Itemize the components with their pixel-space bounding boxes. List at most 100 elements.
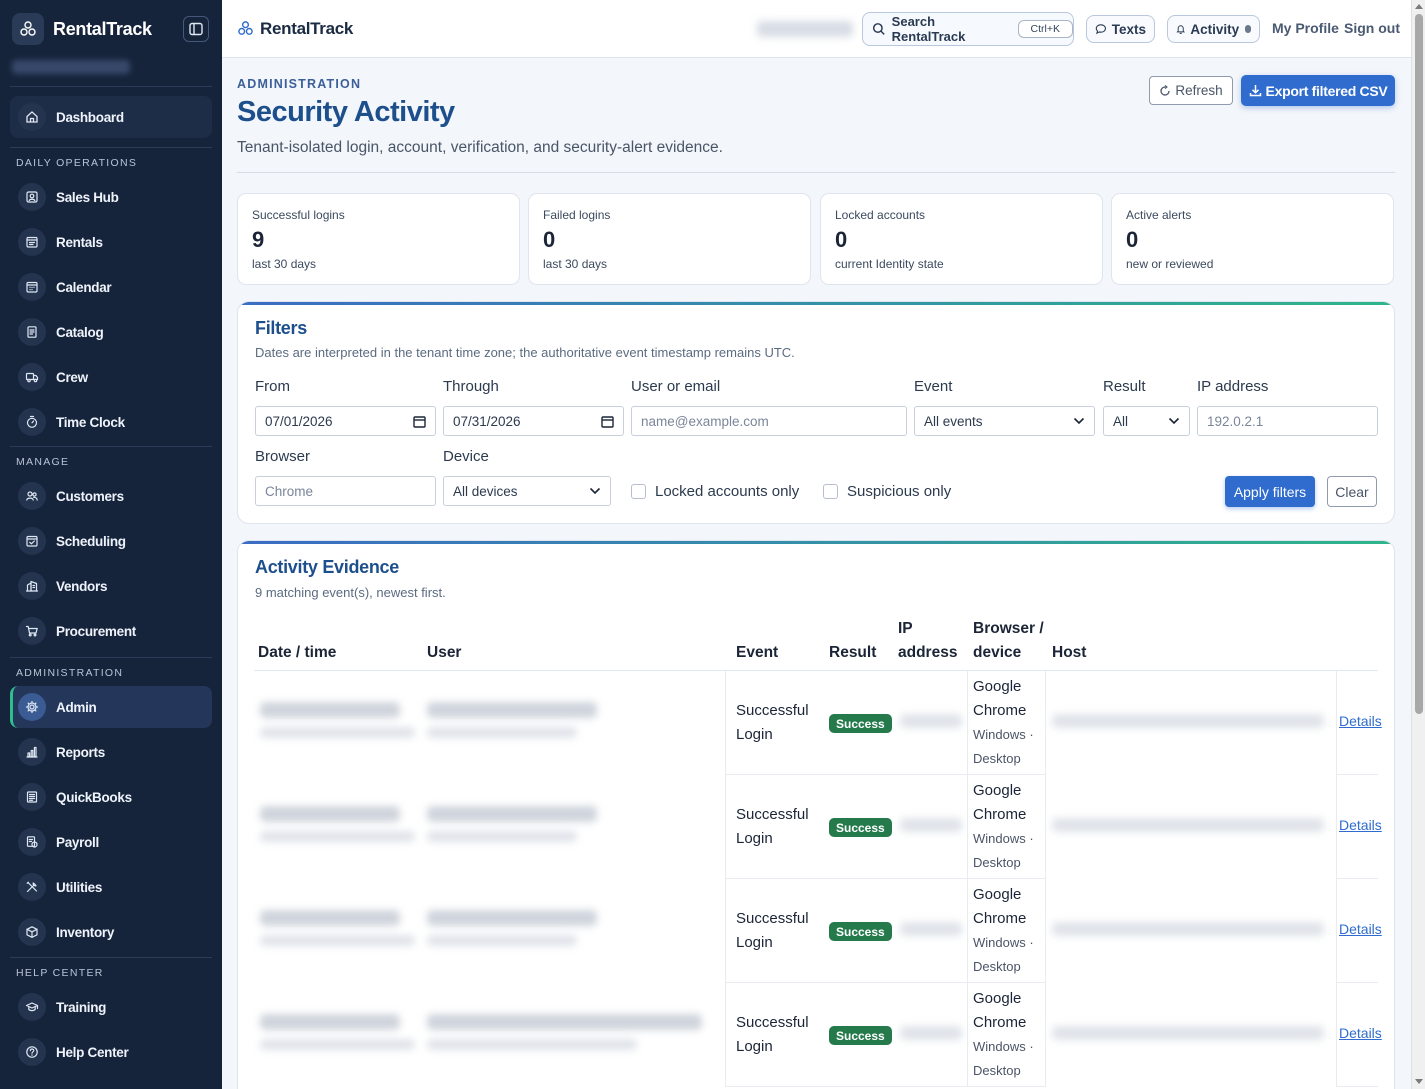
- status-badge: Success: [829, 818, 892, 837]
- details-link[interactable]: Details: [1339, 921, 1382, 937]
- locked-only-checkbox[interactable]: Locked accounts only: [631, 483, 799, 500]
- sidebar-item-procurement[interactable]: Procurement: [10, 610, 212, 652]
- sidebar-item-label: Procurement: [56, 623, 136, 639]
- sidebar-item-inventory[interactable]: Inventory: [10, 911, 212, 953]
- details-link[interactable]: Details: [1339, 713, 1382, 729]
- cell-divider: [967, 983, 968, 1087]
- user-email-input[interactable]: name@example.com: [631, 406, 907, 436]
- sidebar-item-quickbooks[interactable]: QuickBooks: [10, 776, 212, 818]
- ip-redacted: [900, 818, 962, 832]
- sidebar-item-reports[interactable]: Reports: [10, 731, 212, 773]
- event-cell: Successful Login: [736, 699, 809, 747]
- ip-address-input[interactable]: 192.0.2.1: [1197, 406, 1378, 436]
- calendar-icon[interactable]: [413, 415, 426, 428]
- device-line2: Desktop: [973, 751, 1021, 766]
- result-select[interactable]: All: [1103, 406, 1190, 436]
- sign-out-link[interactable]: Sign out: [1344, 20, 1400, 36]
- cell-divider: [1045, 775, 1046, 879]
- user-redacted: [427, 910, 597, 926]
- refresh-label: Refresh: [1175, 83, 1223, 98]
- filters-subtitle: Dates are interpreted in the tenant time…: [255, 345, 795, 360]
- sidebar-item-label: Sales Hub: [56, 189, 119, 205]
- sidebar-nav: Dashboard DAILY OPERATIONS Sales Hub Rent…: [0, 86, 222, 1073]
- browser-label: Browser: [255, 448, 311, 465]
- scroll-down-arrow[interactable]: [1415, 1079, 1423, 1084]
- sidebar-item-crew[interactable]: Crew: [10, 356, 212, 398]
- details-link[interactable]: Details: [1339, 1025, 1382, 1041]
- date-secondary-redacted: [260, 831, 415, 842]
- scroll-up-arrow[interactable]: [1415, 4, 1423, 9]
- date-secondary-redacted: [260, 935, 415, 946]
- col-ip-header-line2: address: [898, 644, 958, 661]
- sidebar-item-customers[interactable]: Customers: [10, 475, 212, 517]
- ip-redacted: [900, 922, 962, 936]
- apply-filters-button[interactable]: Apply filters: [1225, 476, 1315, 507]
- scrollbar-thumb[interactable]: [1415, 14, 1423, 714]
- sidebar-item-sales-hub[interactable]: Sales Hub: [10, 176, 212, 218]
- sidebar-item-admin[interactable]: Admin: [10, 686, 212, 728]
- texts-button[interactable]: Texts: [1086, 15, 1155, 43]
- col-event-header[interactable]: Event: [736, 641, 778, 665]
- checkbox-box[interactable]: [631, 484, 646, 499]
- sidebar-collapse-icon[interactable]: [183, 16, 209, 42]
- checkbox-box[interactable]: [823, 484, 838, 499]
- sidebar-item-rentals[interactable]: Rentals: [10, 221, 212, 263]
- cell-divider: [1045, 671, 1046, 775]
- device-label: Device: [443, 448, 489, 465]
- host-redacted: [1052, 714, 1324, 728]
- browser-input[interactable]: Chrome: [255, 476, 436, 506]
- sidebar-item-dashboard[interactable]: Dashboard: [10, 96, 212, 138]
- sidebar-item-vendors[interactable]: Vendors: [10, 565, 212, 607]
- sidebar-item-time-clock[interactable]: Time Clock: [10, 401, 212, 443]
- from-date-input[interactable]: 07/01/2026: [255, 406, 436, 436]
- col-user-header[interactable]: User: [427, 641, 461, 665]
- filters-title: Filters: [255, 318, 307, 338]
- details-link[interactable]: Details: [1339, 817, 1382, 833]
- event-line2: Login: [736, 830, 773, 847]
- col-date-header[interactable]: Date / time: [258, 641, 336, 665]
- through-date-input[interactable]: 07/31/2026: [443, 406, 624, 436]
- cell-divider: [1336, 671, 1337, 775]
- stat-subtext: new or reviewed: [1126, 257, 1214, 271]
- event-select[interactable]: All events: [914, 406, 1095, 436]
- sidebar-item-scheduling[interactable]: Scheduling: [10, 520, 212, 562]
- chevron-down-icon: [1073, 417, 1085, 425]
- sidebar-item-label: Help Center: [56, 1044, 129, 1060]
- event-label: Event: [914, 378, 953, 395]
- event-line1: Successful: [736, 806, 809, 823]
- col-host-header[interactable]: Host: [1052, 641, 1086, 665]
- chat-bubble-icon: [1095, 24, 1107, 35]
- calendar-icon[interactable]: [601, 415, 614, 428]
- sidebar-item-catalog[interactable]: Catalog: [10, 311, 212, 353]
- suspicious-only-checkbox[interactable]: Suspicious only: [823, 483, 951, 500]
- col-result-header[interactable]: Result: [829, 641, 876, 665]
- refresh-button[interactable]: Refresh: [1149, 76, 1233, 105]
- sidebar-item-training[interactable]: Training: [10, 986, 212, 1028]
- bar-chart-icon: [18, 738, 46, 766]
- date-redacted: [260, 910, 400, 926]
- sidebar-item-utilities[interactable]: Utilities: [10, 866, 212, 908]
- export-csv-button[interactable]: Export filtered CSV: [1241, 75, 1395, 106]
- sidebar-item-calendar[interactable]: Calendar: [10, 266, 212, 308]
- stat-value: 0: [543, 227, 556, 252]
- sidebar-item-help-center[interactable]: Help Center: [10, 1031, 212, 1073]
- stat-subtext: last 30 days: [252, 257, 317, 271]
- topbar-brand[interactable]: RentalTrack: [237, 19, 353, 39]
- clear-filters-button[interactable]: Clear: [1327, 476, 1377, 507]
- sidebar-item-label: Customers: [56, 488, 124, 504]
- sidebar-section-daily: DAILY OPERATIONS: [16, 157, 138, 169]
- global-search-button[interactable]: Search RentalTrack Ctrl+K: [862, 12, 1074, 46]
- sidebar-item-payroll[interactable]: Payroll: [10, 821, 212, 863]
- event-line2: Login: [736, 1038, 773, 1055]
- page-scrollbar[interactable]: [1411, 0, 1425, 1089]
- sidebar-section-manage: MANAGE: [16, 456, 70, 468]
- my-profile-link[interactable]: My Profile: [1272, 20, 1339, 36]
- col-browser-header[interactable]: Browser / device: [973, 617, 1044, 665]
- sidebar-item-label: Dashboard: [56, 109, 124, 125]
- col-ip-header[interactable]: IP address: [898, 617, 957, 665]
- cell-divider: [725, 671, 726, 775]
- activity-button[interactable]: Activity: [1167, 15, 1260, 43]
- device-select[interactable]: All devices: [443, 476, 611, 506]
- user-email-redacted: [427, 727, 577, 738]
- sidebar-item-label: Reports: [56, 744, 105, 760]
